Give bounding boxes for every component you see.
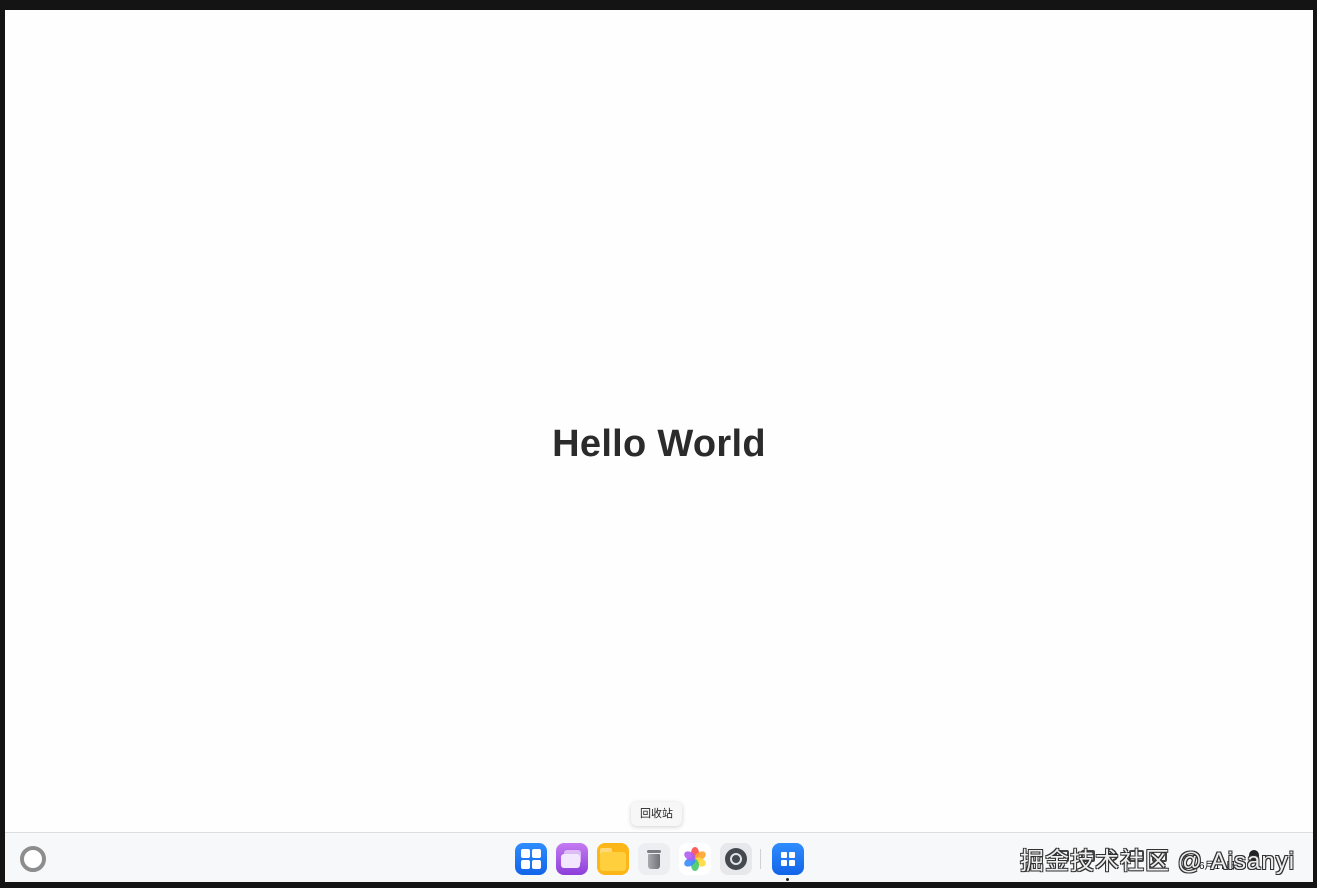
- files-icon[interactable]: [597, 843, 629, 875]
- watermark: 掘金技术社区 @ Aisanyi: [1020, 848, 1296, 875]
- hello-heading: Hello World: [552, 423, 766, 465]
- running-indicator: [786, 878, 789, 881]
- launcher-button[interactable]: [20, 846, 46, 872]
- trash-tooltip: 回收站: [631, 802, 682, 826]
- multitask-icon[interactable]: [515, 843, 547, 875]
- trash-icon[interactable]: [638, 843, 670, 875]
- taskbar: 6月17日 掘金技术社区 @ Aisanyi: [5, 832, 1313, 882]
- settings-icon[interactable]: [720, 843, 752, 875]
- dock-divider: [760, 849, 761, 869]
- windows-icon[interactable]: [556, 843, 588, 875]
- desktop: Hello World 回收站 6月17日 掘金技术社区 @ Aisanyi: [5, 10, 1313, 882]
- photos-icon[interactable]: [679, 843, 711, 875]
- running-app-icon[interactable]: [772, 843, 804, 875]
- app-window: Hello World: [5, 10, 1313, 832]
